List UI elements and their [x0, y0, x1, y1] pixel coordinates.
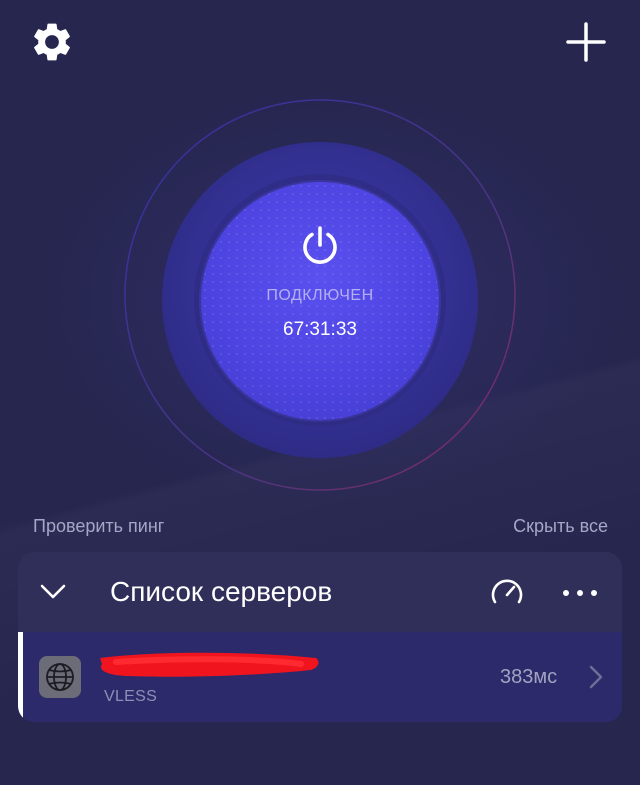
redaction-scribble: [100, 652, 319, 677]
server-list-header: Список серверов: [18, 552, 622, 632]
server-protocol: VLESS: [104, 688, 158, 705]
connection-timer: 67:31:33: [283, 319, 357, 340]
power-icon: [303, 226, 337, 264]
check-ping-link[interactable]: Проверить пинг: [33, 516, 164, 537]
selected-indicator: [18, 632, 23, 722]
server-list-title: Список серверов: [110, 576, 333, 607]
server-icon-box: [39, 656, 81, 698]
more-dots-icon[interactable]: [558, 578, 602, 608]
server-row[interactable]: VLESS 383мс: [18, 632, 622, 722]
server-name: [86, 648, 319, 677]
globe-icon: [46, 663, 74, 691]
chevron-down-icon[interactable]: [36, 574, 70, 608]
server-ping: 383мс: [500, 666, 558, 688]
speedometer-icon[interactable]: [488, 574, 526, 612]
connection-status: ПОДКЛЮЧЕН: [266, 287, 374, 304]
server-list-panel: Список серверов VLESS 383мс: [18, 552, 622, 722]
hide-all-link[interactable]: Скрыть все: [513, 516, 608, 537]
chevron-right-icon[interactable]: [584, 663, 608, 691]
connect-toggle-button[interactable]: ПОДКЛЮЧЕН 67:31:33: [201, 182, 439, 420]
